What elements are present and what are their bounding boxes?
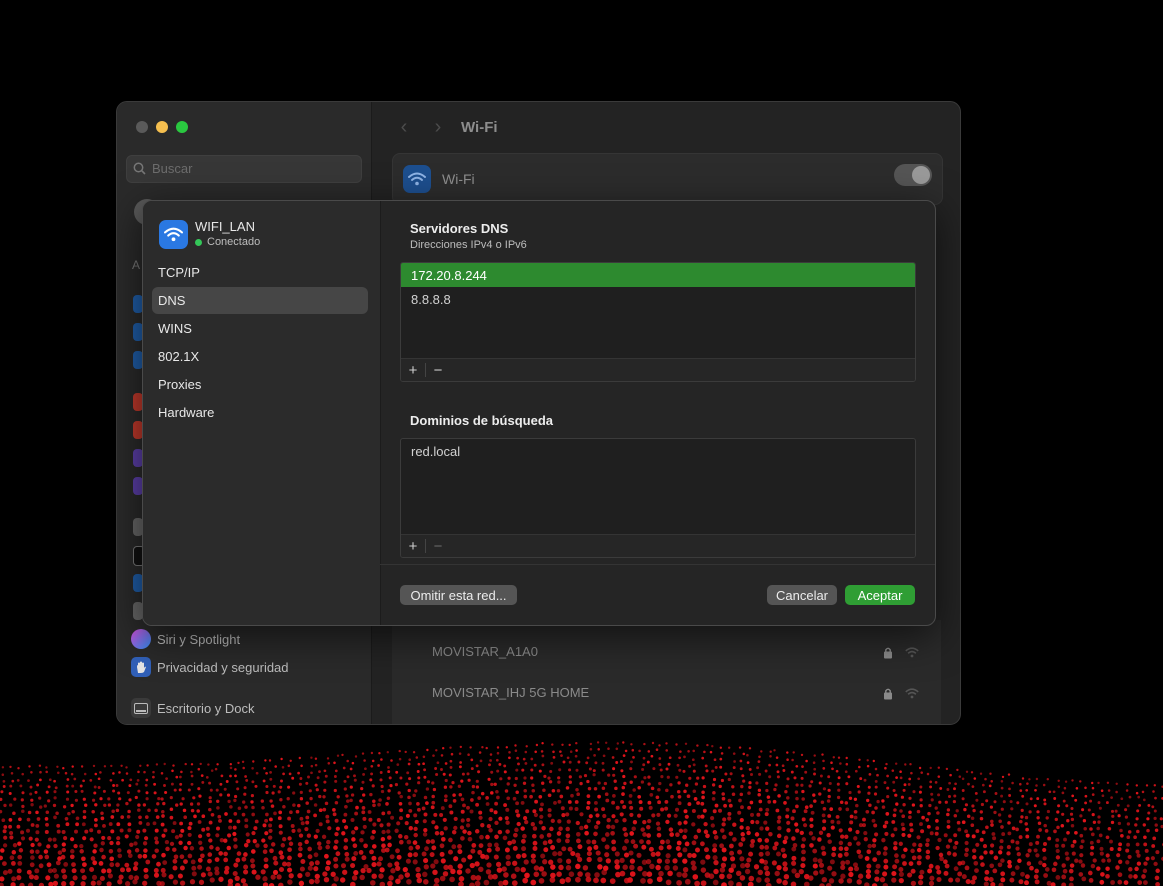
cancel-button[interactable]: Cancelar [767, 585, 837, 605]
siri-icon [131, 629, 151, 649]
wifi-row-label: Wi-Fi [442, 171, 475, 187]
hand-icon [131, 657, 151, 677]
minimize-window-button[interactable] [156, 121, 168, 133]
tab-dns[interactable]: DNS [152, 287, 368, 314]
remove-domain-button[interactable]: − [426, 538, 450, 555]
red-dot-wave-background [0, 741, 1163, 886]
search-domains-title: Dominios de búsqueda [410, 413, 554, 428]
network-name: MOVISTAR_A1A0 [432, 644, 538, 659]
close-window-button[interactable] [136, 121, 148, 133]
tab-label: 802.1X [158, 349, 200, 364]
network-status-text: Conectado [207, 236, 261, 248]
lock-icon [884, 688, 892, 700]
wifi-signal-icon [905, 647, 919, 658]
dns-server-row[interactable]: 8.8.8.8 [401, 287, 915, 311]
tab-label: DNS [158, 293, 186, 308]
domains-list-controls: + − [401, 534, 915, 557]
sidebar-section-label: A [132, 258, 141, 272]
wifi-toggle-row: Wi-Fi [392, 153, 943, 205]
tab-8021x[interactable]: 802.1X [152, 343, 368, 370]
tab-label: Proxies [158, 377, 202, 392]
forget-network-button[interactable]: Omitir esta red... [400, 585, 517, 605]
add-dns-button[interactable]: + [401, 362, 425, 379]
dns-servers-title: Servidores DNS [410, 221, 509, 236]
search-domain-row[interactable]: red.local [401, 439, 915, 463]
sidebar-item-label: Escritorio y Dock [157, 700, 255, 716]
wifi-toggle[interactable] [894, 164, 932, 186]
dialog-footer-divider [380, 564, 935, 565]
tab-label: Hardware [158, 405, 215, 420]
content-toolbar: ‹ › Wi-Fi [387, 116, 498, 139]
sidebar-item-siri[interactable]: Siri y Spotlight [131, 628, 240, 650]
dock-icon [131, 698, 151, 718]
search-domains-list: red.local + − [400, 438, 916, 558]
sidebar-item-label: Privacidad y seguridad [157, 659, 289, 675]
network-item[interactable]: MOVISTAR_A1A0 [432, 644, 941, 664]
network-status: Conectado [195, 236, 260, 248]
tab-hardware[interactable]: Hardware [152, 399, 368, 426]
network-details-dialog: WIFI_LAN Conectado TCP/IP DNS WINS 802.1… [142, 200, 936, 626]
dialog-sidebar: WIFI_LAN Conectado TCP/IP DNS WINS 802.1… [143, 201, 381, 625]
search-icon [133, 162, 146, 175]
dns-server-row[interactable]: 172.20.8.244 [401, 263, 915, 287]
network-name: WIFI_LAN [195, 219, 255, 234]
tab-wins[interactable]: WINS [152, 315, 368, 342]
ok-button[interactable]: Aceptar [845, 585, 915, 605]
network-list: MOVISTAR_A1A0 MOVISTAR_IHJ 5G HOME [392, 620, 941, 724]
dns-servers-list: 172.20.8.244 8.8.8.8 + − [400, 262, 916, 382]
connected-status-dot [195, 238, 202, 246]
sidebar-item-label: Siri y Spotlight [157, 631, 241, 647]
lock-icon [884, 647, 892, 659]
search-domain-value: red.local [411, 443, 461, 459]
tab-tcpip[interactable]: TCP/IP [152, 259, 368, 286]
search-input[interactable]: Buscar [126, 155, 362, 183]
dns-server-value: 8.8.8.8 [411, 291, 451, 307]
network-header: WIFI_LAN Conectado [159, 219, 260, 249]
search-placeholder: Buscar [152, 161, 193, 176]
forward-chevron-icon[interactable]: › [421, 116, 455, 139]
remove-dns-button[interactable]: − [426, 362, 450, 379]
sidebar-item-privacy[interactable]: Privacidad y seguridad [131, 656, 289, 678]
back-chevron-icon[interactable]: ‹ [387, 116, 421, 139]
page-title: Wi-Fi [461, 119, 498, 136]
tab-label: WINS [158, 321, 192, 336]
wifi-signal-icon [905, 688, 919, 699]
dns-server-value: 172.20.8.244 [411, 267, 487, 283]
wifi-icon [159, 220, 188, 249]
zoom-window-button[interactable] [176, 121, 188, 133]
sidebar-item-desktop-dock[interactable]: Escritorio y Dock [131, 697, 255, 719]
dns-list-controls: + − [401, 358, 915, 381]
tab-label: TCP/IP [158, 265, 200, 280]
add-domain-button[interactable]: + [401, 538, 425, 555]
wifi-icon [403, 165, 431, 193]
tab-proxies[interactable]: Proxies [152, 371, 368, 398]
network-name: MOVISTAR_IHJ 5G HOME [432, 685, 590, 700]
dns-servers-subtitle: Direcciones IPv4 o IPv6 [410, 239, 527, 251]
network-item[interactable]: MOVISTAR_IHJ 5G HOME [432, 685, 941, 705]
